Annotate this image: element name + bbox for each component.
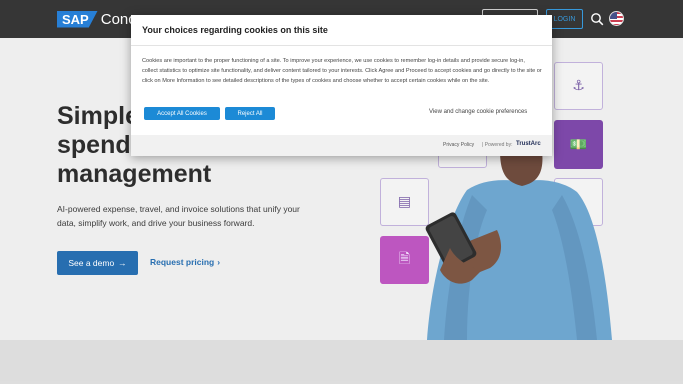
privacy-policy-link[interactable]: Privacy Policy xyxy=(443,142,474,148)
cookie-dialog-title: Your choices regarding cookies on this s… xyxy=(142,25,328,35)
accept-all-cookies-button[interactable]: Accept All Cookies xyxy=(144,107,220,120)
cookie-consent-dialog: Your choices regarding cookies on this s… xyxy=(131,15,552,156)
cookie-dialog-body: Cookies are important to the proper func… xyxy=(142,58,542,84)
reject-all-button[interactable]: Reject All xyxy=(225,107,275,120)
dialog-divider xyxy=(131,45,552,46)
powered-by-text: | Powered by: xyxy=(482,142,513,148)
trustarc-logo[interactable]: TrustArc xyxy=(516,141,541,147)
cookie-preferences-link[interactable]: View and change cookie preferences xyxy=(429,109,527,115)
trustarc-wordmark: TrustArc xyxy=(516,141,541,147)
